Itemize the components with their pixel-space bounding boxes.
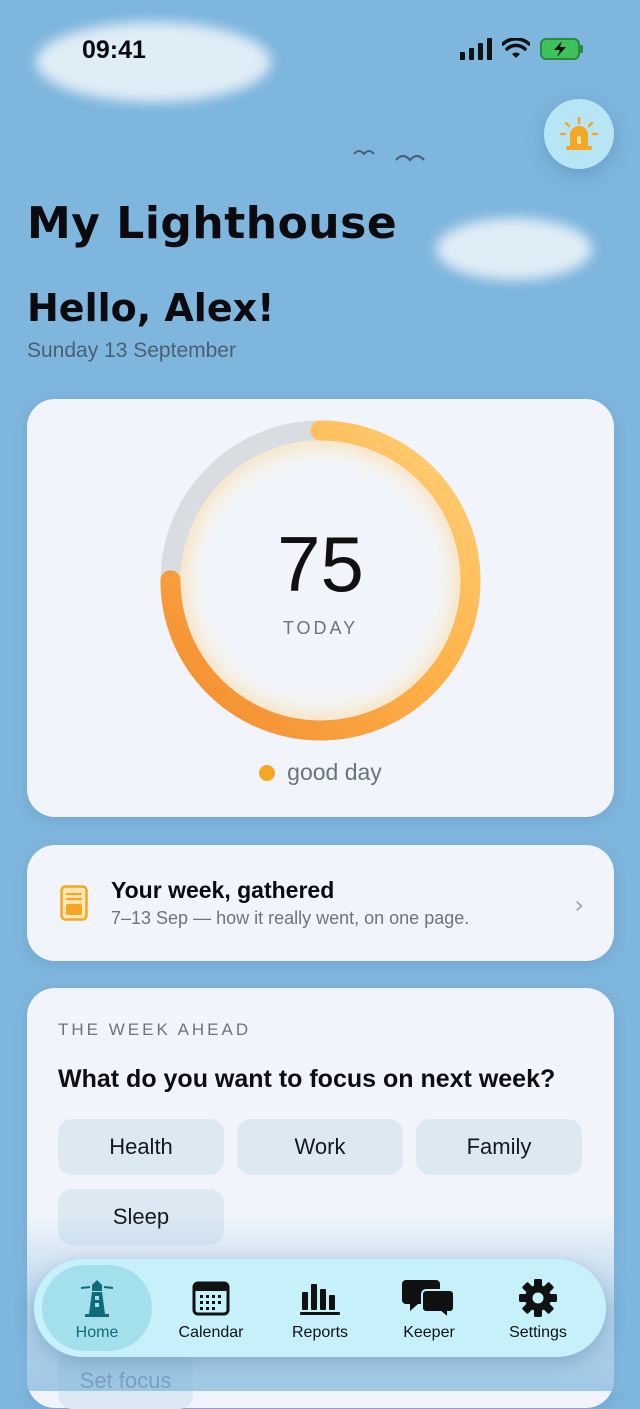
set-focus-button[interactable]: Set focus xyxy=(58,1353,193,1409)
status-icons xyxy=(460,38,584,60)
status-time: 09:41 xyxy=(82,36,146,64)
mood-dot xyxy=(259,764,276,781)
siren-icon xyxy=(560,117,598,150)
focus-chip-work[interactable]: Work xyxy=(237,1119,403,1175)
mood-label: good day xyxy=(287,759,382,785)
tab-label: Reports xyxy=(291,1324,349,1341)
focus-chip-family[interactable]: Family xyxy=(416,1119,582,1175)
tab-reports[interactable]: Reports xyxy=(265,1265,375,1351)
week-summary-subtitle: 7–13 Sep — how it really went, on one pa… xyxy=(111,908,470,928)
tab-keeper[interactable]: Keeper xyxy=(374,1265,484,1351)
tab-label: Calendar xyxy=(178,1324,244,1341)
week-summary-title: Your week, gathered xyxy=(111,877,335,903)
app-title: My Lighthouse xyxy=(27,198,398,249)
calendar-icon xyxy=(192,1281,230,1316)
battery-charging-icon xyxy=(540,38,583,60)
cloud-decoration xyxy=(436,218,592,280)
focus-chip-sleep[interactable]: Sleep xyxy=(58,1189,224,1245)
score-value: 75 xyxy=(277,520,364,608)
week-ahead-label: THE WEEK AHEAD xyxy=(58,1020,252,1039)
tab-settings[interactable]: Settings xyxy=(483,1265,593,1351)
tab-bar: Home Calendar Reports Keeper Settings xyxy=(34,1259,606,1357)
wifi-icon xyxy=(502,38,530,58)
bar-chart-icon xyxy=(300,1284,340,1315)
current-date: Sunday 13 September xyxy=(27,339,236,362)
greeting: Hello, Alex! xyxy=(27,286,275,330)
score-label: TODAY xyxy=(282,618,359,638)
gear-icon xyxy=(519,1279,557,1317)
tab-label: Keeper xyxy=(403,1324,455,1341)
focus-chip-health[interactable]: Health xyxy=(58,1119,224,1175)
signal-icon xyxy=(460,38,492,60)
week-summary-card[interactable]: Your week, gathered 7–13 Sep — how it re… xyxy=(27,845,614,961)
status-bar: 09:41 xyxy=(0,0,640,100)
chevron-right-icon: › xyxy=(574,891,584,919)
daily-score-card[interactable]: 75 TODAY good day xyxy=(27,399,614,817)
birds-decoration xyxy=(353,150,425,162)
document-icon xyxy=(60,885,88,921)
tab-label: Home xyxy=(75,1324,119,1341)
tab-label: Settings xyxy=(509,1324,567,1341)
alert-button[interactable] xyxy=(544,99,614,169)
mood-indicator: good day xyxy=(27,759,614,786)
lighthouse-icon xyxy=(80,1280,114,1317)
tab-home[interactable]: Home xyxy=(42,1265,152,1351)
week-ahead-question: What do you want to focus on next week? xyxy=(58,1065,556,1093)
chat-bubbles-icon xyxy=(402,1280,455,1318)
tab-calendar[interactable]: Calendar xyxy=(156,1265,266,1351)
